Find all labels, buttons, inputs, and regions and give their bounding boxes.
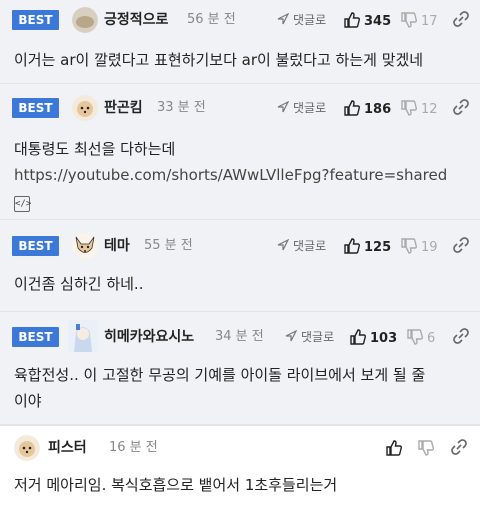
reply-button[interactable]: 댓글로: [277, 98, 326, 118]
reply-arrow-icon: [277, 101, 289, 113]
comment-text: 이건좀 심하긴 하네..: [14, 275, 144, 293]
dislike-count: 17: [421, 14, 438, 29]
thumbs-up-icon: [344, 12, 360, 28]
nickname[interactable]: 피스터: [48, 438, 87, 458]
like-count: 125: [364, 240, 392, 255]
thumbs-up-icon: [344, 100, 360, 116]
timestamp: 34 분 전: [215, 329, 264, 344]
thumbs-down-icon: [401, 12, 417, 28]
like-button[interactable]: 345: [344, 10, 391, 30]
timestamp: 33 분 전: [157, 100, 206, 115]
comment-header: BEST 판곤킴 33 분 전 댓글로 186 12: [0, 88, 480, 128]
best-badge: BEST: [12, 98, 59, 118]
thumbs-down-icon: [401, 238, 417, 254]
like-count: 186: [364, 102, 392, 117]
best-badge: BEST: [12, 327, 59, 347]
thumbs-up-icon: [386, 440, 402, 456]
comment-item: BEST 긍정적으로 56 분 전 댓글로 345 17 이거는 ar이 깔렸다…: [0, 0, 480, 84]
like-button[interactable]: 186: [344, 98, 391, 118]
like-button[interactable]: 103: [350, 327, 397, 347]
share-link-icon[interactable]: [452, 98, 470, 118]
comment-body: 대통령도 최선을 다하는데 https://youtube.com/shorts…: [14, 136, 447, 214]
thumbs-down-icon: [418, 440, 434, 456]
like-button[interactable]: 125: [344, 236, 391, 256]
reply-label: 댓글로: [301, 330, 335, 344]
reply-arrow-icon: [285, 330, 297, 342]
thumbs-up-icon: [350, 329, 366, 345]
share-link-icon[interactable]: [450, 438, 468, 458]
comment-text: 저거 메아리임. 복식호흡으로 뱉어서 1초후들리는거: [14, 476, 338, 494]
thumbs-up-icon: [344, 238, 360, 254]
avatar[interactable]: [68, 320, 98, 352]
avatar[interactable]: [72, 233, 98, 259]
comment-body: 이건좀 심하긴 하네..: [14, 271, 143, 297]
dislike-count: 12: [421, 102, 438, 117]
like-count: 345: [364, 14, 392, 29]
share-link-icon[interactable]: [452, 10, 470, 30]
timestamp: 16 분 전: [109, 440, 158, 455]
avatar[interactable]: [72, 95, 98, 121]
like-count: 103: [370, 331, 398, 346]
comment-item: BEST 테마 55 분 전 댓글로 125 19 이건좀 심하긴 하네..: [0, 220, 480, 312]
comment-body: 저거 메아리임. 복식호흡으로 뱉어서 1초후들리는거: [14, 472, 337, 498]
reply-arrow-icon: [277, 13, 289, 25]
dislike-button[interactable]: 17: [401, 10, 438, 30]
reply-button[interactable]: 댓글로: [285, 327, 334, 347]
share-link-icon[interactable]: [452, 327, 470, 347]
reply-label: 댓글로: [293, 239, 327, 253]
share-link-icon[interactable]: [452, 236, 470, 256]
comment-text: 이야: [14, 392, 42, 410]
like-button[interactable]: [386, 438, 402, 458]
comment-item: BEST 판곤킴 33 분 전 댓글로 186 12 대통령도 최선을 다하는데…: [0, 84, 480, 220]
reply-button[interactable]: 댓글로: [277, 10, 326, 30]
best-badge: BEST: [12, 236, 59, 256]
comment-header: BEST 테마 55 분 전 댓글로 125 19: [0, 226, 480, 266]
nickname[interactable]: 판곤킴: [104, 98, 143, 118]
nickname[interactable]: 테마: [104, 236, 130, 256]
dislike-button[interactable]: 19: [401, 236, 438, 256]
thumbs-down-icon: [401, 100, 417, 116]
comment-body: 이거는 ar이 깔렸다고 표현하기보다 ar이 불렀다고 하는게 맞겠네: [14, 47, 423, 73]
comment-text: 육합전성.. 이 고절한 무공의 기예를 아이돌 라이브에서 보게 될 줄: [14, 366, 426, 384]
comment-item: BEST 히메카와요시노 34 분 전 댓글로 103 6 육합전성.. 이 고…: [0, 312, 480, 425]
timestamp: 55 분 전: [144, 238, 193, 253]
nickname[interactable]: 긍정적으로: [104, 10, 168, 30]
dislike-count: 6: [427, 331, 436, 346]
reply-label: 댓글로: [293, 101, 327, 115]
reply-arrow-icon: [277, 239, 289, 251]
comment-header: BEST 히메카와요시노 34 분 전 댓글로 103 6: [0, 317, 480, 357]
comment-text: 대통령도 최선을 다하는데: [14, 140, 176, 158]
comment-body: 육합전성.. 이 고절한 무공의 기예를 아이돌 라이브에서 보게 될 줄 이야: [14, 362, 425, 414]
best-badge: BEST: [12, 10, 59, 30]
thumbs-down-icon: [407, 329, 423, 345]
dislike-button[interactable]: [418, 438, 434, 458]
timestamp: 56 분 전: [187, 12, 236, 27]
code-embed-icon[interactable]: </>: [14, 196, 31, 212]
reply-label: 댓글로: [293, 13, 327, 27]
avatar[interactable]: [14, 435, 40, 461]
comment-header: 피스터 16 분 전: [0, 428, 480, 468]
dislike-button[interactable]: 6: [407, 327, 435, 347]
comment-header: BEST 긍정적으로 56 분 전 댓글로 345 17: [0, 0, 480, 40]
dislike-count: 19: [421, 240, 438, 255]
reply-button[interactable]: 댓글로: [277, 236, 326, 256]
comment-item: 피스터 16 분 전 저거 메아리임. 복식호흡으로 뱉어서 1초후들리는거: [0, 425, 480, 524]
comment-link[interactable]: https://youtube.com/shorts/AWwLVlleFpg?f…: [14, 162, 447, 188]
avatar[interactable]: [72, 7, 98, 33]
dislike-button[interactable]: 12: [401, 98, 438, 118]
nickname[interactable]: 히메카와요시노: [104, 327, 194, 347]
comment-text: 이거는 ar이 깔렸다고 표현하기보다 ar이 불렀다고 하는게 맞겠네: [14, 51, 424, 69]
